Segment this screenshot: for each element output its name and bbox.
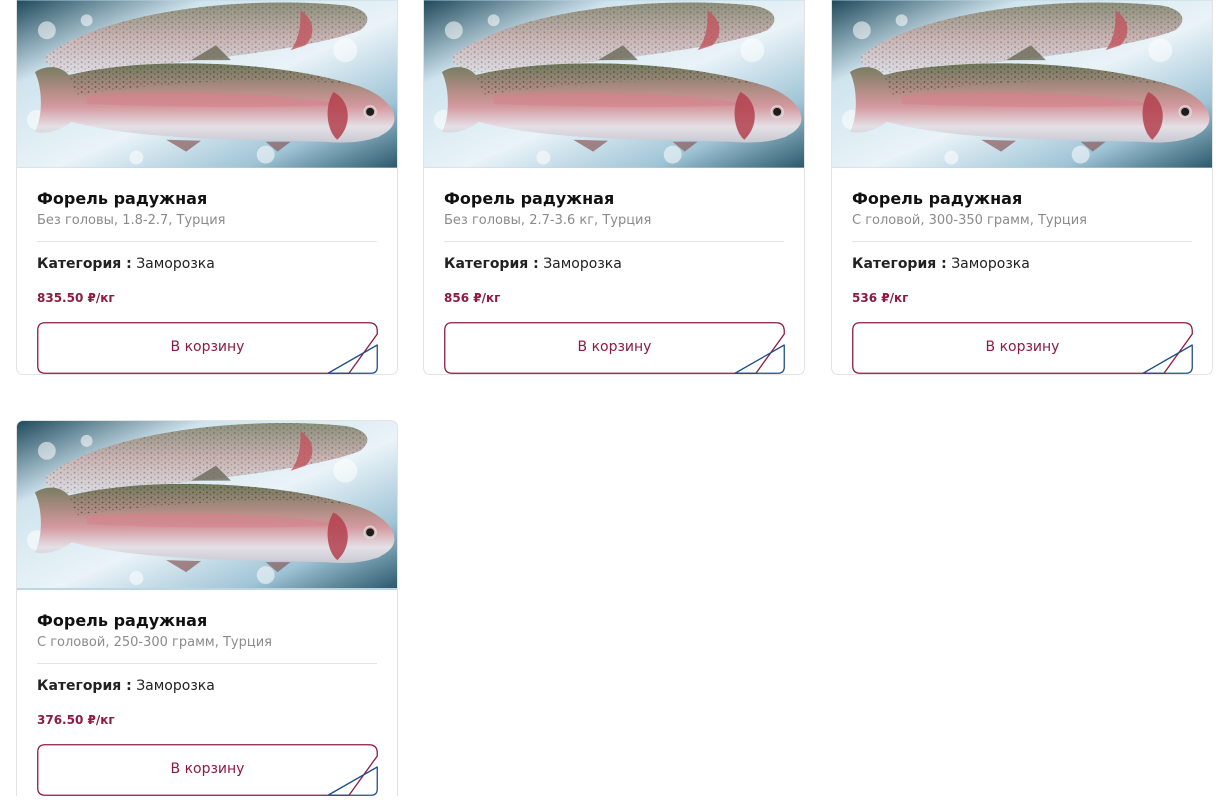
category-label: Категория : <box>37 256 132 272</box>
category-value: Заморозка <box>543 256 622 272</box>
divider <box>37 241 377 242</box>
product-card[interactable]: Форель радужная Без головы, 2.7-3.6 кг, … <box>423 0 805 375</box>
product-category: Категория : Заморозка <box>37 255 377 273</box>
product-title[interactable]: Форель радужная <box>852 189 1192 209</box>
divider <box>852 241 1192 242</box>
product-image[interactable] <box>17 0 397 168</box>
product-title[interactable]: Форель радужная <box>37 611 377 631</box>
add-to-cart-label: В корзину <box>985 339 1060 355</box>
add-to-cart-label: В корзину <box>577 339 652 355</box>
category-label: Категория : <box>852 256 947 272</box>
add-to-cart-label: В корзину <box>170 761 245 777</box>
product-image[interactable] <box>832 0 1212 168</box>
category-value: Заморозка <box>136 256 215 272</box>
category-value: Заморозка <box>951 256 1030 272</box>
add-to-cart-button[interactable]: В корзину <box>37 744 378 796</box>
divider <box>37 663 377 664</box>
product-image[interactable] <box>424 0 804 168</box>
product-subtitle: С головой, 300-350 грамм, Турция <box>852 213 1087 228</box>
add-to-cart-button[interactable]: В корзину <box>852 322 1193 374</box>
product-price: 376.50 ₽/кг <box>37 713 115 727</box>
product-subtitle: Без головы, 1.8-2.7, Турция <box>37 213 226 228</box>
divider <box>444 241 784 242</box>
product-price: 835.50 ₽/кг <box>37 291 115 305</box>
category-value: Заморозка <box>136 678 215 694</box>
product-title[interactable]: Форель радужная <box>444 189 784 209</box>
add-to-cart-button[interactable]: В корзину <box>37 322 378 374</box>
product-price: 856 ₽/кг <box>444 291 501 305</box>
product-subtitle: Без головы, 2.7-3.6 кг, Турция <box>444 213 652 228</box>
category-label: Категория : <box>444 256 539 272</box>
product-card[interactable]: Форель радужная Без головы, 1.8-2.7, Тур… <box>16 0 398 375</box>
product-card[interactable]: Форель радужная С головой, 300-350 грамм… <box>831 0 1213 375</box>
add-to-cart-label: В корзину <box>170 339 245 355</box>
product-category: Категория : Заморозка <box>444 255 784 273</box>
product-subtitle: С головой, 250-300 грамм, Турция <box>37 635 272 650</box>
category-label: Категория : <box>37 678 132 694</box>
product-title[interactable]: Форель радужная <box>37 189 377 209</box>
product-grid: Форель радужная Без головы, 1.8-2.7, Тур… <box>0 0 1229 806</box>
product-price: 536 ₽/кг <box>852 291 909 305</box>
add-to-cart-button[interactable]: В корзину <box>444 322 785 374</box>
product-category: Категория : Заморозка <box>852 255 1192 273</box>
product-card[interactable]: Форель радужная С головой, 250-300 грамм… <box>16 420 398 796</box>
product-category: Категория : Заморозка <box>37 677 377 695</box>
product-image[interactable] <box>17 421 397 590</box>
